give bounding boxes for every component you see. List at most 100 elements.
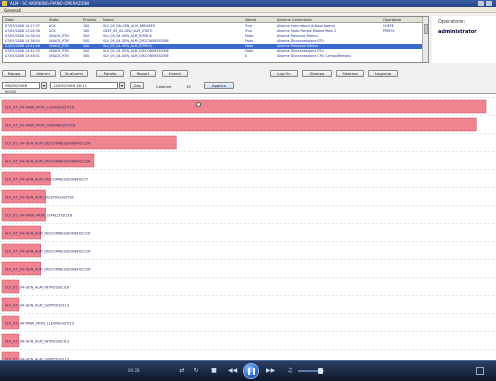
bar-label: SLV_05_04-GEN_ALM_DISCONNESSIONEFISCI7 — [5, 178, 88, 182]
operator-user: administrator — [438, 29, 477, 35]
bar-label: SLV_05_04-GEN_ALM_DISCONNESSIONEFISCI16 — [5, 268, 91, 272]
chart-svg: SLV_05_04-TANK_MON_LLEVREGISTI16 SLV_05_0… — [0, 97, 496, 363]
menu-item-generali[interactable]: Generali — [4, 8, 21, 13]
window-title: ALM - SC-WORKING-PIANO-OPERAZIONI — [10, 1, 90, 6]
bar-label: SLV_05_04-GEN_ALM_DISCONNESSIONEFISCI16 — [5, 160, 91, 164]
table-cell-valore: False — [245, 39, 254, 43]
table-cell-prio: 100 — [83, 24, 90, 28]
scrollbar-thumb[interactable] — [424, 24, 428, 34]
bar-label: SLV_05_04-GEN_ALM_SUPPLYISCI13 — [5, 304, 69, 308]
mappa-button[interactable]: Mappa — [2, 70, 26, 77]
date-to-field[interactable]: 14/05/2008 18:11 — [50, 82, 118, 89]
column-header-stato[interactable]: Stato — [49, 18, 59, 22]
date-from-field[interactable]: 06/05/2008 00:00 — [2, 82, 40, 94]
table-cell-nome: SLV_05_04-GEN_ALM_DISCONNESSIONE — [103, 54, 169, 58]
column-header-operatore[interactable]: Operatore — [383, 18, 401, 22]
table-cell-stato: ACK — [49, 24, 56, 28]
table-cell-valore: False — [245, 34, 254, 38]
stampa-button[interactable]: Stampa — [302, 70, 332, 77]
table-row[interactable]: 07/05/2008 14:48:41 UNACK_RTN 500 SLV_05_04… — [3, 54, 428, 59]
volume-knob[interactable] — [318, 368, 323, 374]
table-cell-prio: 100 — [83, 29, 90, 33]
column-header-valore[interactable]: Valore — [245, 18, 256, 22]
bar-label: SLV_05_04-TANK_MON_LVFALLTISCI16 — [5, 214, 73, 218]
table-cell-operatore: PERFIX — [383, 29, 395, 33]
table-row[interactable]: 07/05/2008 14:17:37 ACK 100 SLV_05_DA-GEN_A… — [3, 24, 428, 29]
table-cell-prio: 500 — [83, 54, 90, 58]
log-on-button[interactable]: Log On — [270, 70, 298, 77]
repeat-icon[interactable]: ↻ — [192, 367, 200, 375]
menu-bar: Generali — [0, 7, 496, 13]
app-icon — [2, 1, 7, 6]
table-cell-data: 07/05/2008 14:36:44 — [5, 39, 40, 43]
table-cell-valore: False — [245, 49, 254, 53]
column-header-nome[interactable]: Nome — [103, 18, 114, 22]
column-header-priorita[interactable]: Priorità — [83, 18, 96, 22]
bar-label: SLV_05_04-TANK_MON_LLEVREGISTI13 — [5, 322, 74, 326]
table-cell-data: 07/05/2008 12:04:36 — [5, 29, 40, 33]
allarmi-button[interactable]: Allarmi — [30, 70, 56, 77]
column-header-data[interactable]: Data — [5, 18, 14, 22]
playback-time: 00:28 — [128, 368, 140, 373]
table-cell-nome: SLV_05_04-GEN_ALM_DISCONNESSIONE — [103, 39, 169, 43]
colonne-value: 15 — [186, 84, 191, 89]
stop-icon[interactable]: ■ — [210, 367, 218, 375]
bar-label: SLV_05_04-TANK_MON_LLEVREGISTI16 — [5, 106, 75, 110]
operator-label: Operatore: — [438, 19, 466, 25]
table-row[interactable]: 07/05/2008 14:36:44 UNACK_RTN 500 SLV_05_04… — [3, 39, 428, 44]
table-row[interactable]: 07/05/2008 14:41:46 UNACK_RTN 500 SLV_05_04… — [3, 44, 428, 49]
eventi-button[interactable]: Eventi — [162, 70, 188, 77]
table-cell-data: 07/05/2008 14:36:44 — [5, 34, 40, 38]
st-allarmi-button[interactable]: St.allarmi — [60, 70, 88, 77]
table-cell-nome: CBEF_05_02-GEN_ALM_STATO — [103, 29, 153, 33]
table-cell-data: 07/05/2008 14:17:37 — [5, 24, 40, 28]
table-cell-valore: True — [245, 24, 253, 28]
alarm-table[interactable]: Data Stato Priorità Nome Valore Allarme … — [2, 16, 429, 63]
fullscreen-icon[interactable] — [476, 367, 484, 375]
table-cell-commento: Allarme Interruttore di Base Aperto — [277, 24, 335, 28]
shuffle-icon[interactable]: ⇄ — [178, 367, 186, 375]
table-cell-nome: SLV_05_DA-GEN_ALM_BREAKER — [103, 24, 156, 28]
table-cell-stato: UNACK_RTN — [49, 54, 69, 58]
table-header: Data Stato Priorità Nome Valore Allarme … — [3, 17, 428, 23]
bar-label: SLV_05_04-GEN_ALM_DISCONNESSIONEFISCI16 — [5, 250, 91, 254]
bar-label: SLV_05_04-GEN_ALM_INTRUSISCI13 — [5, 340, 69, 344]
minimize-icon[interactable] — [478, 1, 484, 6]
table-scrollbar[interactable] — [422, 17, 428, 62]
ora-button[interactable]: Ora — [130, 82, 144, 89]
table-cell-stato: UNACK_RTN — [49, 34, 69, 38]
parallo-button[interactable]: Parallo — [96, 70, 124, 77]
date-to-dropdown[interactable]: ▾ — [119, 82, 125, 89]
operator-panel: Operatore: administrator — [432, 16, 496, 63]
table-cell-prio: 500 — [83, 39, 90, 43]
table-cell-commento: Allarme Disconnessione RTU — [277, 49, 324, 53]
table-cell-commento: Allarme Disconnessione RTU — [277, 39, 324, 43]
close-icon[interactable] — [486, 1, 492, 6]
previous-icon[interactable]: ◀◀ — [228, 367, 237, 375]
table-cell-valore: True — [245, 29, 253, 33]
table-cell-stato: ACK — [49, 29, 56, 33]
sistema-button[interactable]: Sistema — [336, 70, 364, 77]
pause-button[interactable] — [243, 363, 259, 379]
legenda-button[interactable]: Legenda — [368, 70, 398, 77]
table-cell-data: 07/05/2008 14:48:41 — [5, 54, 40, 58]
chart-bar[interactable] — [1, 99, 487, 114]
colonne-label: Colonne — [156, 84, 172, 89]
bar-label: SLV_05_04-GEN_ALM_DISCONNESSIONEFISCI16 — [5, 232, 91, 236]
application-screen: ALM - SC-WORKING-PIANO-OPERAZIONI Genera… — [0, 0, 496, 381]
bar-chart: SLV_05_04-TANK_MON_LLEVREGISTI16 SLV_05_0… — [0, 93, 496, 363]
column-header-commento[interactable]: Allarme Commento — [277, 18, 312, 22]
report-button[interactable]: Report — [130, 70, 156, 77]
date-from-dropdown[interactable]: ▾ — [41, 82, 47, 89]
table-cell-commento: Allarme Disconnessione CPU Campo/Remoto — [277, 54, 351, 58]
table-row[interactable]: 07/05/2008 14:36:44 UNACK_RTN 500 SLV_05_04… — [3, 34, 428, 39]
table-cell-operatore: CHEFE — [383, 24, 394, 28]
table-cell-commento: Allarme Presenza Ritmus — [277, 34, 319, 38]
applica-button[interactable]: Applica — [204, 82, 234, 89]
table-cell-prio: 500 — [83, 44, 90, 48]
table-row[interactable]: 07/05/2008 14:44:33 UNACK_RTN 500 SLV_05_04… — [3, 49, 428, 54]
table-row[interactable]: 07/05/2008 12:04:36 ACK 100 CBEF_05_02-GEN_… — [3, 29, 428, 34]
next-icon[interactable]: ▶▶ — [266, 367, 275, 375]
table-cell-commento: Allarme Presenza Ritmus — [277, 44, 319, 48]
volume-icon[interactable]: ♫ — [286, 367, 294, 375]
